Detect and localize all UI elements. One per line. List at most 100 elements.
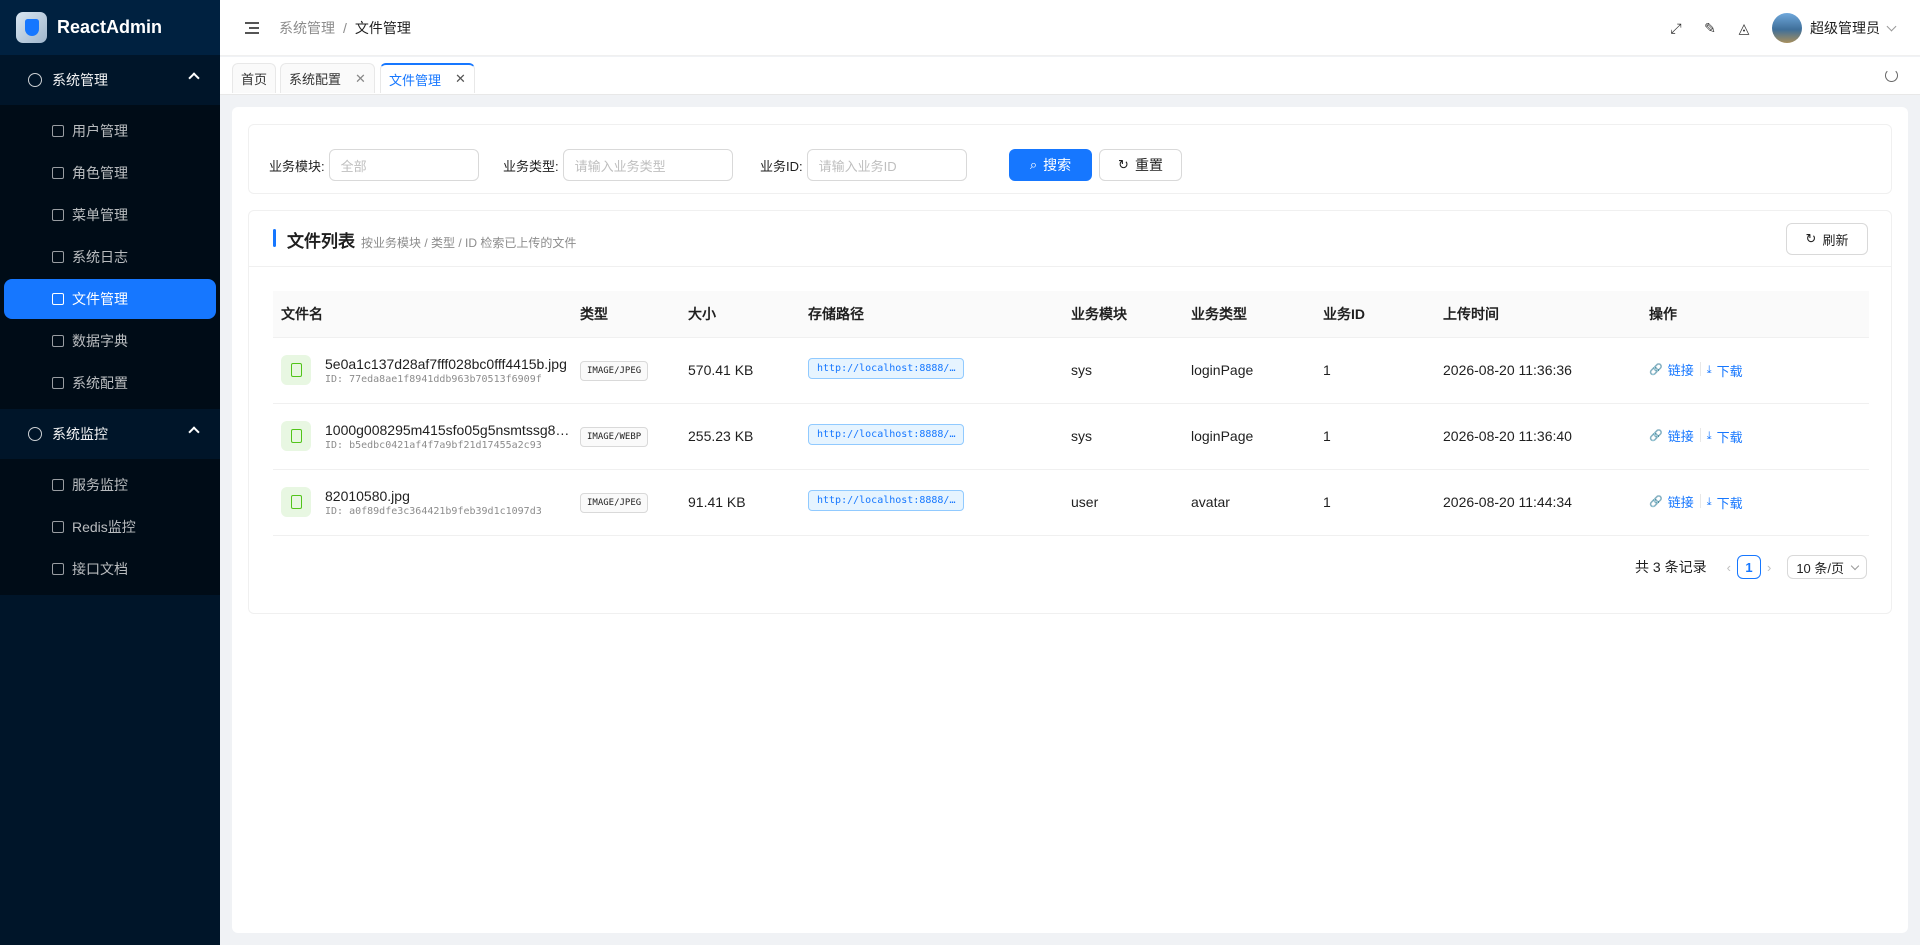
type-label: 业务类型: — [503, 158, 559, 174]
top-header: 系统管理 / 文件管理 ⤢ ✎ ◬ 超级管理员 — [220, 0, 1920, 56]
sidebar-item-logs[interactable]: 系统日志 — [4, 237, 216, 277]
prev-page-icon[interactable]: ‹ — [1727, 560, 1731, 575]
breadcrumb-parent[interactable]: 系统管理 — [279, 20, 335, 36]
close-icon[interactable]: ✕ — [355, 71, 366, 87]
sidebar-item-menus[interactable]: 菜单管理 — [4, 195, 216, 235]
chevron-down-icon — [1850, 561, 1860, 570]
refresh-button-label: 刷新 — [1822, 232, 1849, 248]
file-id: ID: b5edbc0421af4f7a9bf21d17455a2c93 — [325, 439, 542, 451]
col-header: 操作 — [1641, 291, 1869, 338]
file-id: ID: 77eda8ae1f8941ddb963b70513f6909f — [325, 373, 542, 385]
file-name: 82010580.jpg — [325, 487, 410, 504]
file-size: 91.41 KB — [680, 469, 800, 536]
safety-icon — [52, 479, 64, 491]
api-doc-icon — [52, 563, 64, 575]
menu-group-label: 系统管理 — [52, 72, 108, 88]
biz-module: sys — [1063, 337, 1183, 404]
submenu-system: 用户管理 角色管理 菜单管理 系统日志 文件管理 数据字典 系统配置 — [0, 105, 220, 409]
refresh-button[interactable]: ↻ 刷新 — [1786, 223, 1868, 255]
col-header: 文件名 — [273, 291, 572, 338]
tab-files[interactable]: 文件管理 ✕ — [380, 63, 475, 93]
link-button[interactable]: 🔗 链接 — [1649, 492, 1694, 511]
list-subtitle: 按业务模块 / 类型 / ID 检索已上传的文件 — [361, 236, 577, 250]
database-icon — [52, 521, 64, 533]
tab-home[interactable]: 首页 — [232, 63, 277, 93]
id-field: 业务ID: 请输入业务ID — [760, 149, 967, 181]
storage-path-tag[interactable]: http://localhost:8888/… — [808, 424, 965, 445]
sidebar-item-server[interactable]: 服务监控 — [4, 465, 216, 505]
next-page-icon[interactable]: › — [1767, 560, 1771, 575]
book-icon — [52, 335, 64, 347]
link-icon: 🔗 — [1649, 364, 1663, 376]
list-title: 文件列表 — [287, 232, 355, 251]
sidebar-item-roles[interactable]: 角色管理 — [4, 153, 216, 193]
col-header: 存储路径 — [800, 291, 1063, 338]
fullscreen-icon[interactable]: ⤢ — [1668, 20, 1684, 36]
reload-icon[interactable] — [1885, 69, 1898, 82]
clear-icon[interactable]: ✎ — [1702, 20, 1718, 36]
breadcrumb-separator: / — [343, 19, 347, 36]
download-button[interactable]: ⤓ 下载 — [1707, 361, 1743, 380]
app-logo[interactable]: ReactAdmin — [0, 0, 220, 55]
sidebar-item-users[interactable]: 用户管理 — [4, 111, 216, 151]
page-number[interactable]: 1 — [1736, 555, 1761, 579]
storage-path-tag[interactable]: http://localhost:8888/… — [808, 490, 965, 511]
menu-fold-icon[interactable] — [245, 21, 259, 34]
biz-id: 1 — [1315, 337, 1435, 404]
theme-icon[interactable]: ◬ — [1736, 20, 1752, 36]
col-header: 业务类型 — [1183, 291, 1315, 338]
col-header: 大小 — [680, 291, 800, 338]
pagination: 共 3 条记录 ‹ 1 › 10 条/页 — [1635, 555, 1867, 579]
download-button[interactable]: ⤓ 下载 — [1707, 493, 1743, 512]
sidebar-item-label: 菜单管理 — [72, 207, 128, 223]
menu-group-monitor[interactable]: 系统监控 — [0, 409, 220, 459]
submenu-monitor: 服务监控 Redis监控 接口文档 — [0, 459, 220, 595]
reset-button[interactable]: ↻ 重置 — [1099, 149, 1182, 181]
link-button[interactable]: 🔗 链接 — [1649, 360, 1694, 379]
module-select[interactable]: 全部 — [328, 149, 479, 181]
id-input[interactable]: 请输入业务ID — [806, 149, 967, 181]
setting-icon — [52, 377, 64, 389]
col-header: 上传时间 — [1435, 291, 1641, 338]
page-size-select[interactable]: 10 条/页 — [1787, 555, 1867, 579]
biz-module: sys — [1063, 403, 1183, 470]
module-field: 业务模块: 全部 — [269, 149, 479, 181]
sidebar-item-redis[interactable]: Redis监控 — [4, 507, 216, 547]
file-image-icon — [281, 421, 311, 451]
sidebar-item-label: Redis监控 — [72, 519, 136, 535]
chevron-down-icon[interactable] — [1886, 21, 1897, 31]
type-input[interactable]: 请输入业务类型 — [562, 149, 733, 181]
sidebar-item-api-docs[interactable]: 接口文档 — [4, 549, 216, 589]
dashboard-icon — [28, 427, 42, 441]
upload-time: 2026-08-20 11:44:34 — [1435, 469, 1641, 536]
col-header: 业务ID — [1315, 291, 1435, 338]
chevron-up-icon — [188, 426, 200, 438]
sidebar-item-label: 系统配置 — [72, 375, 128, 391]
team-icon — [52, 167, 64, 179]
sidebar-item-label: 用户管理 — [72, 123, 128, 139]
reset-button-label: 重置 — [1134, 157, 1163, 173]
download-button[interactable]: ⤓ 下载 — [1707, 427, 1743, 446]
file-image-icon — [281, 487, 311, 517]
app-name: ReactAdmin — [57, 17, 163, 37]
table-row: 82010580.jpg ID: a0f89dfe3c364421b9feb39d… — [273, 469, 1869, 536]
link-button[interactable]: 🔗 链接 — [1649, 426, 1694, 445]
upload-time: 2026-08-20 11:36:40 — [1435, 403, 1641, 470]
close-icon[interactable]: ✕ — [455, 71, 466, 87]
sidebar-item-files[interactable]: 文件管理 — [4, 279, 216, 319]
type-field: 业务类型: 请输入业务类型 — [503, 149, 733, 181]
sidebar-item-config[interactable]: 系统配置 — [4, 363, 216, 403]
storage-path-tag[interactable]: http://localhost:8888/… — [808, 358, 965, 379]
avatar[interactable] — [1772, 13, 1802, 43]
user-name[interactable]: 超级管理员 — [1810, 18, 1880, 38]
sidebar-item-dict[interactable]: 数据字典 — [4, 321, 216, 361]
file-size: 570.41 KB — [680, 337, 800, 404]
breadcrumb: 系统管理 / 文件管理 — [279, 18, 411, 38]
logo-icon — [16, 12, 47, 43]
search-button[interactable]: ⌕ 搜索 — [1009, 149, 1092, 181]
download-label: 下载 — [1716, 496, 1743, 511]
menu-group-system[interactable]: 系统管理 — [0, 55, 220, 105]
tab-config[interactable]: 系统配置 ✕ — [280, 63, 375, 93]
biz-module: user — [1063, 469, 1183, 536]
module-label: 业务模块: — [269, 158, 325, 174]
